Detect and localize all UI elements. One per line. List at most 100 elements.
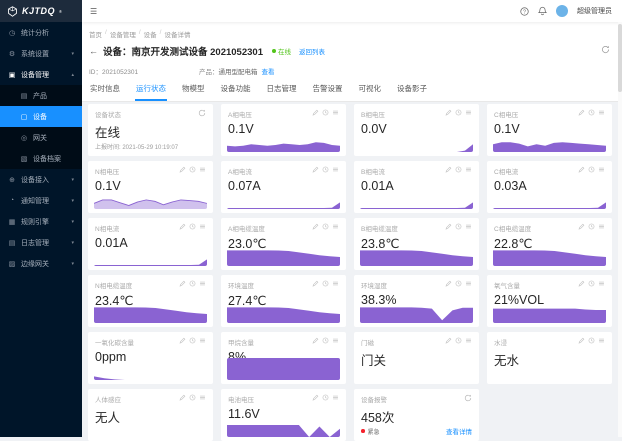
history-icon[interactable] [322, 166, 329, 173]
scrollbar-thumb[interactable] [618, 24, 622, 92]
sidebar-item-system[interactable]: ⚙系统设置▾ [0, 43, 82, 64]
edit-icon[interactable] [578, 223, 585, 230]
sidebar-item-device-access[interactable]: ⊕设备接入▾ [0, 169, 82, 190]
back-to-list-link[interactable]: 返回列表 [299, 46, 325, 56]
history-icon[interactable] [322, 223, 329, 230]
scrollbar[interactable] [618, 22, 622, 437]
edit-icon[interactable] [578, 109, 585, 116]
history-icon[interactable] [455, 337, 462, 344]
history-icon[interactable] [455, 280, 462, 287]
menu-icon[interactable] [465, 223, 472, 230]
edit-icon[interactable] [312, 280, 319, 287]
history-icon[interactable] [322, 280, 329, 287]
view-product-link[interactable]: 查看 [262, 66, 275, 76]
edit-icon[interactable] [578, 166, 585, 173]
menu-icon[interactable] [598, 109, 605, 116]
sidebar-collapse-icon[interactable]: ☰ [82, 7, 105, 16]
menu-icon[interactable] [332, 337, 339, 344]
menu-icon[interactable] [199, 337, 206, 344]
sidebar-item-device[interactable]: ▢设备 [0, 106, 82, 127]
history-icon[interactable] [455, 223, 462, 230]
refresh-icon[interactable] [464, 394, 472, 402]
menu-icon[interactable] [332, 223, 339, 230]
refresh-icon[interactable] [601, 41, 610, 59]
history-icon[interactable] [588, 280, 595, 287]
menu-icon[interactable] [199, 166, 206, 173]
tab-6[interactable]: 可视化 [358, 79, 383, 101]
history-icon[interactable] [455, 166, 462, 173]
help-icon[interactable]: ? [520, 7, 529, 16]
menu-icon[interactable] [465, 280, 472, 287]
sidebar-item-device-archive[interactable]: ▧设备档案 [0, 148, 82, 169]
edit-icon[interactable] [445, 223, 452, 230]
breadcrumb-home[interactable]: 首页 [89, 29, 102, 39]
tab-2[interactable]: 物模型 [181, 79, 206, 101]
sidebar-item-product[interactable]: ▤产品 [0, 85, 82, 106]
view-detail-link[interactable]: 查看详情 [446, 426, 472, 436]
history-icon[interactable] [588, 166, 595, 173]
edit-icon[interactable] [578, 337, 585, 344]
tab-1[interactable]: 运行状态 [135, 79, 167, 101]
menu-icon[interactable] [598, 337, 605, 344]
edit-icon[interactable] [445, 337, 452, 344]
menu-icon[interactable] [332, 394, 339, 401]
tab-7[interactable]: 设备影子 [396, 79, 428, 101]
menu-icon[interactable] [199, 394, 206, 401]
edit-icon[interactable] [179, 166, 186, 173]
edit-icon[interactable] [312, 394, 319, 401]
breadcrumb-device[interactable]: 设备 [144, 29, 157, 39]
history-icon[interactable] [455, 109, 462, 116]
edit-icon[interactable] [312, 337, 319, 344]
history-icon[interactable] [189, 166, 196, 173]
edit-icon[interactable] [179, 223, 186, 230]
sidebar-item-stats[interactable]: ◷统计分析 [0, 22, 82, 43]
sidebar-item-log-mgmt[interactable]: ▤日志管理▾ [0, 232, 82, 253]
sidebar-item-gateway[interactable]: ◎网关 [0, 127, 82, 148]
history-icon[interactable] [322, 394, 329, 401]
tab-4[interactable]: 日志管理 [266, 79, 298, 101]
back-arrow-icon[interactable]: ← [89, 46, 98, 56]
sidebar-item-notify-mgmt[interactable]: ◔通知管理▾ [0, 190, 82, 211]
history-icon[interactable] [189, 337, 196, 344]
menu-icon[interactable] [199, 280, 206, 287]
menu-icon[interactable] [598, 166, 605, 173]
edit-icon[interactable] [312, 109, 319, 116]
edit-icon[interactable] [179, 337, 186, 344]
history-icon[interactable] [588, 109, 595, 116]
notification-bell-icon[interactable] [538, 6, 547, 16]
edit-icon[interactable] [445, 109, 452, 116]
history-icon[interactable] [189, 223, 196, 230]
edit-icon[interactable] [312, 223, 319, 230]
tab-5[interactable]: 告警设置 [312, 79, 344, 101]
edit-icon[interactable] [578, 280, 585, 287]
edit-icon[interactable] [445, 280, 452, 287]
menu-icon[interactable] [598, 223, 605, 230]
menu-icon[interactable] [199, 223, 206, 230]
refresh-icon[interactable] [198, 109, 206, 117]
history-icon[interactable] [189, 280, 196, 287]
edit-icon[interactable] [312, 166, 319, 173]
edit-icon[interactable] [179, 394, 186, 401]
menu-icon[interactable] [332, 280, 339, 287]
menu-icon[interactable] [465, 109, 472, 116]
tab-0[interactable]: 实时信息 [89, 79, 121, 101]
user-avatar[interactable] [556, 5, 568, 17]
edit-icon[interactable] [445, 166, 452, 173]
tab-3[interactable]: 设备功能 [220, 79, 252, 101]
user-name[interactable]: 超级管理员 [577, 6, 612, 16]
menu-icon[interactable] [465, 166, 472, 173]
menu-icon[interactable] [465, 337, 472, 344]
edit-icon[interactable] [179, 280, 186, 287]
menu-icon[interactable] [332, 109, 339, 116]
sidebar-item-rule-engine[interactable]: ▦规则引擎▾ [0, 211, 82, 232]
menu-icon[interactable] [332, 166, 339, 173]
breadcrumb-device-mgmt[interactable]: 设备管理 [110, 29, 136, 39]
history-icon[interactable] [588, 337, 595, 344]
sidebar-item-device-mgmt[interactable]: ▣设备管理▴ [0, 64, 82, 85]
sidebar-item-edge-gateway[interactable]: ▨边缘网关▾ [0, 253, 82, 274]
menu-icon[interactable] [598, 280, 605, 287]
history-icon[interactable] [588, 223, 595, 230]
history-icon[interactable] [189, 394, 196, 401]
history-icon[interactable] [322, 109, 329, 116]
history-icon[interactable] [322, 337, 329, 344]
